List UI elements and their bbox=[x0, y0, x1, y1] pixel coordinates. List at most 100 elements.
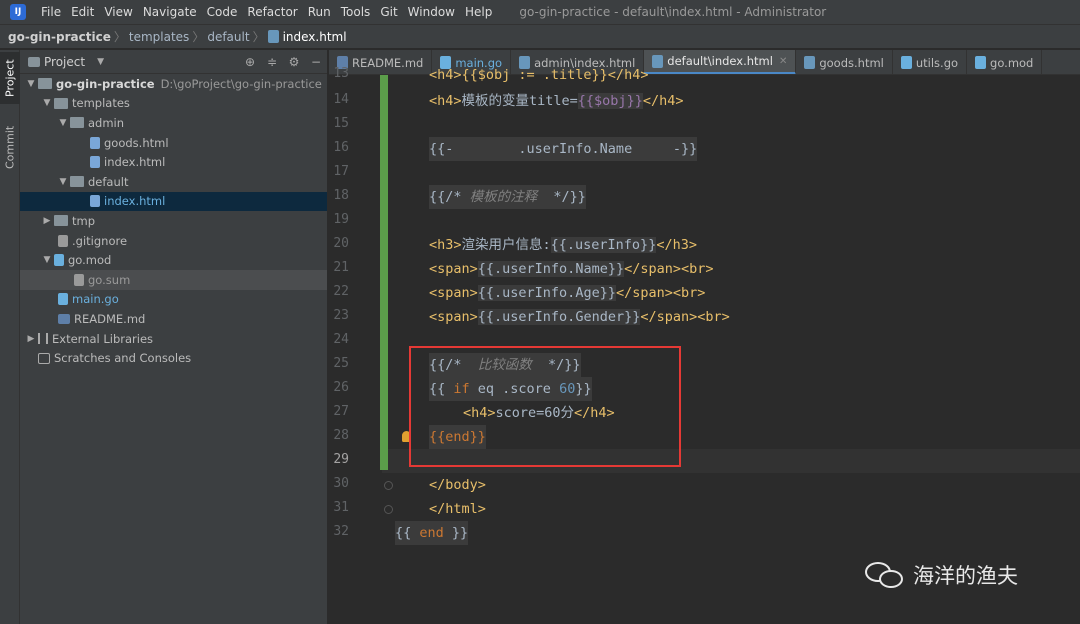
tree-item-label: goods.html bbox=[104, 135, 169, 150]
line-number: 15 bbox=[333, 116, 349, 131]
fold-marker-icon[interactable] bbox=[384, 481, 393, 490]
tree-item-root[interactable]: ▼ go-gin-practice D:\goProject\go-gin-pr… bbox=[20, 74, 327, 94]
tab-label: default\index.html bbox=[667, 54, 773, 68]
breadcrumb-file[interactable]: index.html bbox=[283, 30, 347, 44]
chevron-down-icon[interactable]: ▼ bbox=[56, 118, 70, 128]
menu-view[interactable]: View bbox=[99, 5, 137, 19]
code-line-13: <h4>{{$obj := .title}}</h4> bbox=[429, 67, 649, 83]
html-file-icon bbox=[267, 30, 279, 43]
tab-default-index[interactable]: default\index.html ✕ bbox=[644, 50, 797, 74]
folder-icon bbox=[54, 215, 68, 227]
locate-icon[interactable]: ⊕ bbox=[239, 55, 261, 69]
line-number: 31 bbox=[333, 500, 349, 515]
tree-item-go-sum[interactable]: go.sum bbox=[20, 269, 327, 290]
line-number: 28 bbox=[333, 428, 349, 443]
chevron-down-icon[interactable]: ▼ bbox=[56, 177, 70, 187]
line-number: 13 bbox=[333, 66, 349, 81]
code-editor[interactable]: 13 14 15 16 17 18 19 20 21 22 23 24 25 2… bbox=[329, 66, 1080, 624]
left-tool-strip: Project Commit bbox=[0, 50, 20, 624]
folder-icon bbox=[70, 176, 84, 188]
chevron-down-icon[interactable]: ▼ bbox=[24, 79, 38, 89]
tree-item-label: admin bbox=[88, 115, 125, 130]
tree-item-label: index.html bbox=[104, 194, 166, 209]
tree-item-gitignore[interactable]: .gitignore bbox=[20, 231, 327, 251]
code-line-16: {{- .userInfo.Name -}} bbox=[429, 137, 698, 161]
project-panel: Project ▼ ⊕ ≑ ⚙ − ▼ go-gin-practice D:\g… bbox=[20, 50, 328, 624]
breadcrumb-project[interactable]: go-gin-practice bbox=[8, 30, 111, 44]
tree-item-readme[interactable]: README.md bbox=[20, 309, 327, 329]
tree-item-go-mod[interactable]: ▼ go.mod bbox=[20, 250, 327, 270]
line-number: 18 bbox=[333, 188, 349, 203]
tree-item-label: Scratches and Consoles bbox=[54, 351, 192, 366]
menu-code[interactable]: Code bbox=[202, 5, 243, 19]
go-mod-file-icon bbox=[975, 56, 987, 69]
line-number: 16 bbox=[333, 140, 349, 155]
menu-window[interactable]: Window bbox=[403, 5, 460, 19]
code-line-23: <span>{{.userInfo.Gender}}</span><br> bbox=[429, 309, 730, 325]
chevron-right-icon[interactable]: ▶ bbox=[40, 216, 54, 226]
tab-go-mod[interactable]: go.mod bbox=[967, 50, 1043, 74]
project-panel-header: Project ▼ ⊕ ≑ ⚙ − bbox=[20, 50, 327, 74]
menu-edit[interactable]: Edit bbox=[66, 5, 99, 19]
wechat-icon bbox=[865, 560, 905, 590]
vcs-change-marker[interactable] bbox=[380, 75, 388, 470]
project-panel-title[interactable]: Project bbox=[44, 55, 85, 69]
line-number: 19 bbox=[333, 212, 349, 227]
watermark: 海洋的渔夫 bbox=[865, 560, 1018, 590]
tab-goods-html[interactable]: goods.html bbox=[796, 50, 893, 74]
line-number-gutter: 13 14 15 16 17 18 19 20 21 22 23 24 25 2… bbox=[329, 66, 381, 624]
tree-item-goods-html[interactable]: goods.html bbox=[20, 133, 327, 153]
menu-help[interactable]: Help bbox=[460, 5, 497, 19]
project-tree: ▼ go-gin-practice D:\goProject\go-gin-pr… bbox=[20, 74, 327, 368]
breadcrumb-templates[interactable]: templates bbox=[129, 30, 189, 44]
chevron-down-icon[interactable]: ▼ bbox=[40, 98, 54, 108]
tree-item-default-index-html[interactable]: index.html bbox=[20, 191, 327, 212]
close-icon[interactable]: ✕ bbox=[779, 56, 787, 67]
tree-item-external-libraries[interactable]: ▶ External Libraries bbox=[20, 329, 327, 349]
tree-item-label: main.go bbox=[72, 292, 119, 307]
folder-icon bbox=[38, 78, 52, 90]
window-title: go-gin-practice - default\index.html - A… bbox=[519, 5, 827, 19]
code-line-32: {{ end }} bbox=[395, 521, 469, 545]
chevron-down-icon[interactable]: ▼ bbox=[40, 255, 54, 265]
line-number: 30 bbox=[333, 476, 349, 491]
tree-item-admin[interactable]: ▼ admin bbox=[20, 113, 327, 133]
app-logo-icon: IJ bbox=[10, 4, 26, 20]
line-number: 21 bbox=[333, 260, 349, 275]
line-number: 25 bbox=[333, 356, 349, 371]
folder-icon bbox=[54, 97, 68, 109]
tool-tab-project[interactable]: Project bbox=[0, 52, 20, 104]
line-number: 26 bbox=[333, 380, 349, 395]
tree-item-tmp[interactable]: ▶ tmp bbox=[20, 211, 327, 231]
dropdown-arrow-icon[interactable]: ▼ bbox=[97, 57, 104, 67]
scratches-icon bbox=[38, 352, 50, 364]
tree-item-label: index.html bbox=[104, 155, 166, 170]
line-number: 23 bbox=[333, 308, 349, 323]
line-number: 32 bbox=[333, 524, 349, 539]
tab-utils-go[interactable]: utils.go bbox=[893, 50, 968, 74]
tree-item-label: go.sum bbox=[88, 272, 131, 287]
settings-gear-icon[interactable]: ⚙ bbox=[283, 55, 305, 69]
menu-refactor[interactable]: Refactor bbox=[242, 5, 302, 19]
chevron-right-icon[interactable]: ▶ bbox=[24, 334, 38, 344]
fold-marker-icon[interactable] bbox=[384, 505, 393, 514]
go-sum-file-icon bbox=[74, 273, 84, 286]
hide-panel-icon[interactable]: − bbox=[305, 55, 327, 69]
menu-git[interactable]: Git bbox=[375, 5, 402, 19]
menu-file[interactable]: File bbox=[36, 5, 66, 19]
menu-navigate[interactable]: Navigate bbox=[138, 5, 202, 19]
menu-tools[interactable]: Tools bbox=[336, 5, 376, 19]
tool-tab-commit[interactable]: Commit bbox=[0, 118, 20, 176]
tree-item-main-go[interactable]: main.go bbox=[20, 290, 327, 310]
tree-item-label: templates bbox=[72, 96, 130, 111]
tree-item-admin-index-html[interactable]: index.html bbox=[20, 152, 327, 172]
go-file-icon bbox=[58, 293, 68, 306]
tree-item-scratches[interactable]: Scratches and Consoles bbox=[20, 348, 327, 368]
collapse-all-icon[interactable]: ≑ bbox=[261, 55, 283, 69]
chevron-right-icon: 〉 bbox=[192, 30, 205, 44]
menu-run[interactable]: Run bbox=[303, 5, 336, 19]
code-line-14: <h4>模板的变量title={{$obj}}</h4> bbox=[429, 93, 684, 109]
tree-item-default[interactable]: ▼ default bbox=[20, 172, 327, 192]
breadcrumb-default[interactable]: default bbox=[207, 30, 249, 44]
tree-item-templates[interactable]: ▼ templates bbox=[20, 94, 327, 114]
